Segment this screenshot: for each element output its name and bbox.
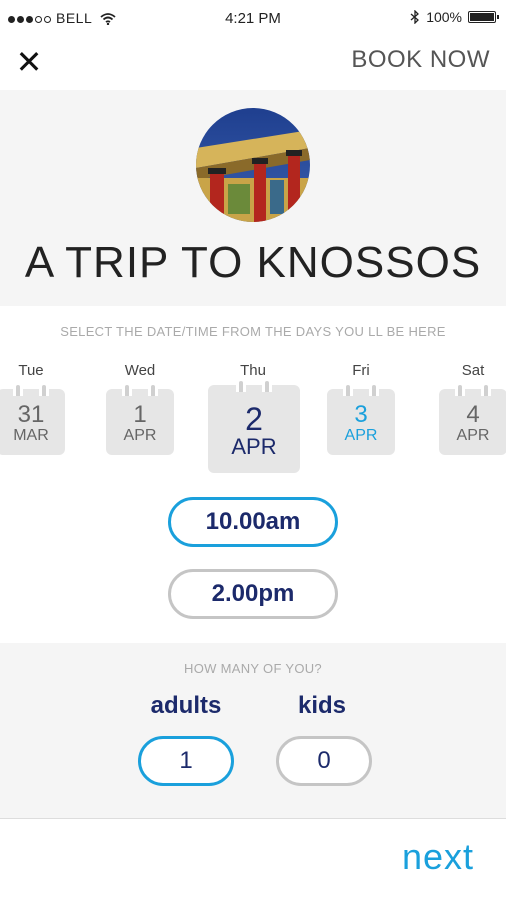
battery-percent: 100% xyxy=(426,9,462,25)
tour-image xyxy=(196,108,310,222)
day-month: APR xyxy=(456,427,490,444)
battery-icon xyxy=(468,11,499,23)
status-bar: BELL 4:21 PM 100% xyxy=(0,0,506,36)
people-section-label: HOW MANY OF YOU? xyxy=(184,661,322,676)
day-name: Fri xyxy=(352,362,370,379)
bluetooth-icon xyxy=(410,10,420,24)
day-sat[interactable]: Sat 4 APR xyxy=(428,362,506,455)
next-button[interactable]: next xyxy=(402,836,474,878)
book-now-heading: BOOK NOW xyxy=(351,46,490,73)
day-wed[interactable]: Wed 1 APR xyxy=(95,362,185,455)
day-name: Sat xyxy=(461,362,485,379)
calendar-icon: 2 APR xyxy=(208,378,300,473)
calendar-icon: 31 MAR xyxy=(0,382,65,455)
calendar-icon: 3 APR xyxy=(327,382,395,455)
kids-label: kids xyxy=(297,692,347,719)
close-icon[interactable]: ✕ xyxy=(14,44,44,80)
adults-label: adults xyxy=(150,692,222,719)
calendar-icon: 1 APR xyxy=(106,382,174,455)
day-month: MAR xyxy=(13,427,49,444)
day-tue[interactable]: Tue 31 MAR xyxy=(0,362,76,455)
day-date: 2 xyxy=(245,401,263,437)
day-name: Tue xyxy=(18,362,44,379)
day-month: APR xyxy=(231,434,277,459)
adults-count-input[interactable]: 1 xyxy=(138,736,234,786)
day-month: APR xyxy=(123,427,157,444)
day-month: APR xyxy=(344,427,378,444)
footer-divider xyxy=(0,818,506,819)
status-right: 100% xyxy=(410,9,499,25)
time-option-10am[interactable]: 10.00am xyxy=(168,497,338,547)
day-name: Wed xyxy=(124,362,156,379)
time-option-2pm[interactable]: 2.00pm xyxy=(168,569,338,619)
kids-count-input[interactable]: 0 xyxy=(276,736,372,786)
calendar-icon: 4 APR xyxy=(439,382,506,455)
date-section-label: SELECT THE DATE/TIME FROM THE DAYS YOU L… xyxy=(60,324,446,339)
day-fri[interactable]: Fri 3 APR xyxy=(316,362,406,455)
day-thu-selected[interactable]: Thu 2 APR xyxy=(208,362,300,473)
day-name: Thu xyxy=(240,362,266,379)
page-title: A TRIP TO KNOSSOS xyxy=(24,238,482,287)
